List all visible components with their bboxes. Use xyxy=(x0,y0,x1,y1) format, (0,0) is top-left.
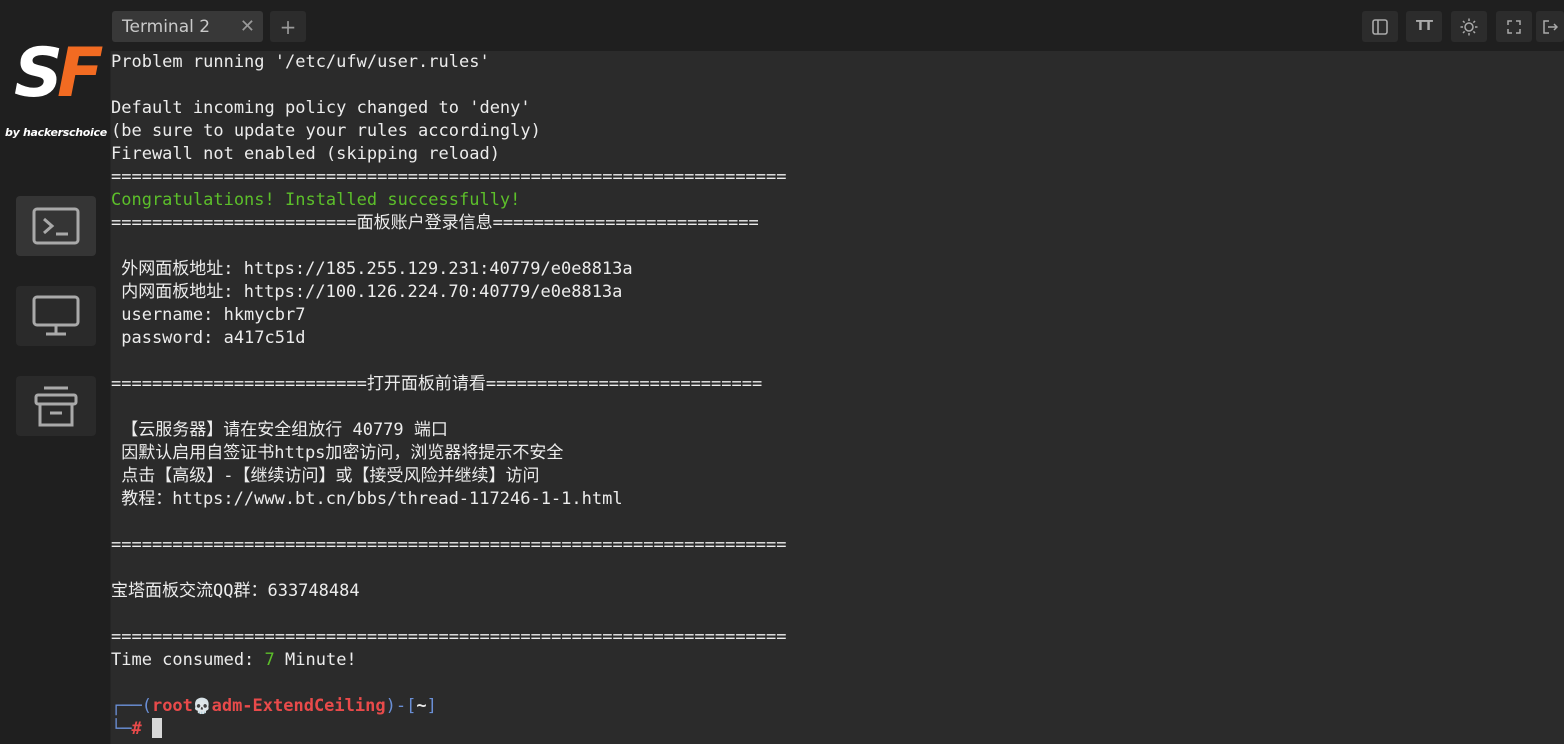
terminal-icon xyxy=(32,207,80,245)
sun-icon xyxy=(1460,18,1478,35)
sidebar: SF by hackerschoice xyxy=(0,0,110,744)
tab-terminal-2[interactable]: Terminal 2 ✕ xyxy=(112,11,263,42)
prompt-host: adm-ExtendCeiling xyxy=(211,696,386,716)
split-view-button[interactable] xyxy=(1362,11,1398,42)
terminal-line: 点击【高级】-【继续访问】或【接受风险并继续】访问 xyxy=(111,466,540,486)
logo-mark: SF xyxy=(14,38,104,110)
logout-button[interactable] xyxy=(1536,11,1564,42)
close-icon[interactable]: ✕ xyxy=(240,16,255,37)
prompt-mid: )-[ xyxy=(385,696,417,716)
text-cursor xyxy=(151,718,162,738)
sf-logo: SF by hackerschoice xyxy=(0,38,110,148)
command-input-line[interactable]: └─# xyxy=(111,718,162,741)
prompt-corner-top: ┌──( xyxy=(111,696,152,716)
font-size-button[interactable]: TT xyxy=(1406,11,1442,42)
terminal-line: (be sure to update your rules accordingl… xyxy=(111,121,541,141)
fullscreen-button[interactable] xyxy=(1496,11,1532,42)
terminal-line: password: a417c51d xyxy=(111,328,306,348)
prompt-corner-bottom: └─ xyxy=(111,719,132,739)
terminal-line: Default incoming policy changed to 'deny… xyxy=(111,98,531,118)
sidebar-desktop-button[interactable] xyxy=(16,286,96,346)
logo-f: F xyxy=(56,34,104,113)
monitor-icon xyxy=(32,295,80,336)
font-size-icon: TT xyxy=(1415,19,1433,34)
terminal-line: Firewall not enabled (skipping reload) xyxy=(111,144,500,164)
terminal-line-success: Congratulations! Installed successfully! xyxy=(111,190,521,210)
time-label: Time consumed: xyxy=(111,650,265,670)
logout-icon xyxy=(1543,19,1558,34)
terminal-output[interactable]: Problem running '/etc/ufw/user.rules' De… xyxy=(111,51,1564,744)
theme-button[interactable] xyxy=(1451,11,1487,42)
terminal-line: 宝塔面板交流QQ群：633748484 xyxy=(111,581,360,601)
logo-s: S xyxy=(14,34,63,113)
terminal-line: ========================================… xyxy=(111,627,787,647)
archive-icon xyxy=(34,386,78,427)
terminal-line: 【云服务器】请在安全组放行 40779 端口 xyxy=(111,420,448,440)
terminal-line: 教程：https://www.bt.cn/bbs/thread-117246-1… xyxy=(111,489,623,509)
terminal-line: ========================================… xyxy=(111,535,787,555)
sidebar-layout-icon xyxy=(1372,18,1388,35)
prompt-symbol: # xyxy=(131,719,142,739)
add-tab-button[interactable]: + xyxy=(270,11,306,42)
terminal-line: =========================打开面板前请看========… xyxy=(111,374,763,394)
prompt-end: ] xyxy=(426,696,437,716)
logo-subtitle: by hackerschoice xyxy=(5,126,107,139)
prompt-line: ┌──(root💀adm-ExtendCeiling)-[~] xyxy=(111,695,437,718)
tab-bar: Terminal 2 ✕ + TT xyxy=(110,0,1564,51)
terminal-line: 外网面板地址: https://185.255.129.231:40779/e0… xyxy=(111,259,633,279)
time-value: 7 xyxy=(264,650,275,670)
terminal-line: 内网面板地址: https://100.126.224.70:40779/e0e… xyxy=(111,282,623,302)
sidebar-terminal-button[interactable] xyxy=(16,196,96,256)
time-unit: Minute! xyxy=(274,650,357,670)
terminal-line: ========================================… xyxy=(111,167,787,187)
tab-label: Terminal 2 xyxy=(122,16,211,37)
terminal-line: ========================面板账户登录信息========… xyxy=(111,213,759,233)
terminal-line: username: hkmycbr7 xyxy=(111,305,306,325)
prompt-user: root xyxy=(151,696,193,716)
terminal-line: 因默认启用自签证书https加密访问，浏览器将提示不安全 xyxy=(111,443,564,463)
sidebar-archive-button[interactable] xyxy=(16,376,96,436)
time-consumed-line: Time consumed: 7 Minute! xyxy=(111,649,357,672)
prompt-dir: ~ xyxy=(416,696,427,716)
terminal-line: Problem running '/etc/ufw/user.rules' xyxy=(111,52,490,72)
skull-icon: 💀 xyxy=(192,697,212,715)
fullscreen-icon xyxy=(1507,19,1521,34)
